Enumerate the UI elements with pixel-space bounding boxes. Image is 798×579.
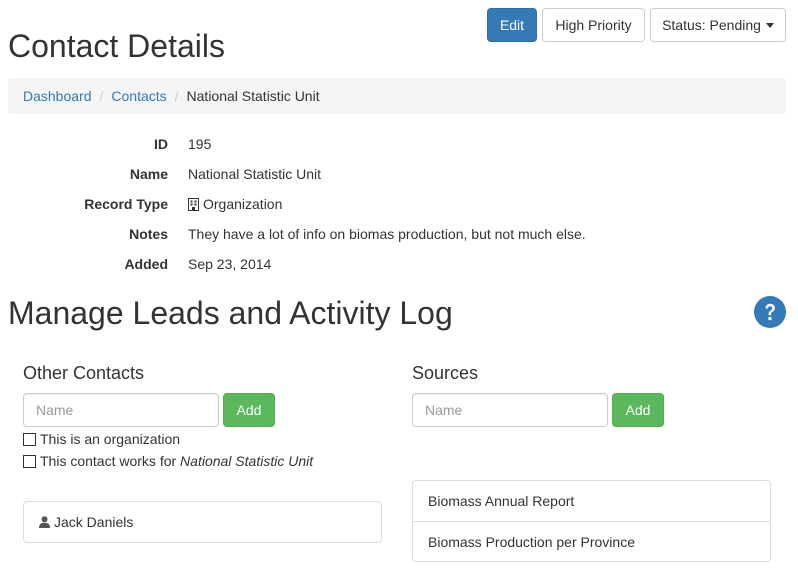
edit-button[interactable]: Edit <box>487 8 537 42</box>
user-icon <box>39 516 50 528</box>
detail-value-id: 195 <box>188 136 212 152</box>
breadcrumb: Dashboard / Contacts / National Statisti… <box>8 78 786 114</box>
status-dropdown-button[interactable]: Status: Pending <box>650 8 786 42</box>
organization-checkbox[interactable] <box>23 432 36 446</box>
sources-list: Biomass Annual Report Biomass Production… <box>412 480 771 562</box>
organization-checkbox-label: This is an organization <box>40 431 181 447</box>
building-icon <box>188 198 199 211</box>
detail-label-name: Name <box>129 166 168 182</box>
add-source-button[interactable]: Add <box>612 393 664 427</box>
breadcrumb-contacts-link[interactable]: Contacts <box>111 88 166 104</box>
section-title: Manage Leads and Activity Log <box>8 295 453 331</box>
page-title: Contact Details <box>8 28 225 64</box>
record-type-text: Organization <box>203 196 283 212</box>
contact-name: Jack Daniels <box>54 514 134 530</box>
detail-row-name: Name National Statistic Unit <box>0 164 798 184</box>
detail-value-notes: They have a lot of info on biomas produc… <box>188 226 586 242</box>
works-for-checkbox[interactable] <box>23 454 36 468</box>
sources-heading: Sources <box>412 363 479 383</box>
other-contacts-heading: Other Contacts <box>23 363 145 383</box>
source-list-item[interactable]: Biomass Production per Province <box>413 521 770 561</box>
source-name-input[interactable] <box>412 393 608 427</box>
breadcrumb-dashboard-link[interactable]: Dashboard <box>23 88 92 104</box>
high-priority-button[interactable]: High Priority <box>542 8 645 42</box>
detail-row-id: ID 195 <box>0 134 798 154</box>
breadcrumb-current: National Statistic Unit <box>186 88 320 104</box>
works-for-checkbox-row[interactable]: This contact works for National Statisti… <box>23 451 313 471</box>
organization-checkbox-row[interactable]: This is an organization <box>23 429 180 449</box>
detail-row-added: Added Sep 23, 2014 <box>0 254 798 274</box>
breadcrumb-separator: / <box>174 88 179 104</box>
works-for-checkbox-label: This contact works for <box>40 453 181 469</box>
works-for-organization: National Statistic Unit <box>180 453 314 469</box>
detail-value-record-type: Organization <box>188 194 282 214</box>
question-circle-icon[interactable] <box>754 296 786 328</box>
detail-label-id: ID <box>154 136 168 152</box>
detail-row-notes: Notes They have a lot of info on biomas … <box>0 224 798 244</box>
breadcrumb-separator: / <box>99 88 104 104</box>
detail-value-added: Sep 23, 2014 <box>188 256 272 272</box>
detail-label-record-type: Record Type <box>84 196 168 212</box>
caret-down-icon <box>765 22 774 28</box>
detail-value-name: National Statistic Unit <box>188 166 322 182</box>
detail-label-notes: Notes <box>129 226 168 242</box>
status-label: Status: Pending <box>662 17 761 33</box>
contact-list-item[interactable]: Jack Daniels <box>24 502 381 542</box>
other-contact-name-input[interactable] <box>23 393 219 427</box>
other-contacts-list: Jack Daniels <box>23 501 382 543</box>
detail-label-added: Added <box>124 256 168 272</box>
source-list-item[interactable]: Biomass Annual Report <box>413 481 770 521</box>
detail-row-record-type: Record Type Organization <box>0 194 798 214</box>
add-contact-button[interactable]: Add <box>223 393 275 427</box>
